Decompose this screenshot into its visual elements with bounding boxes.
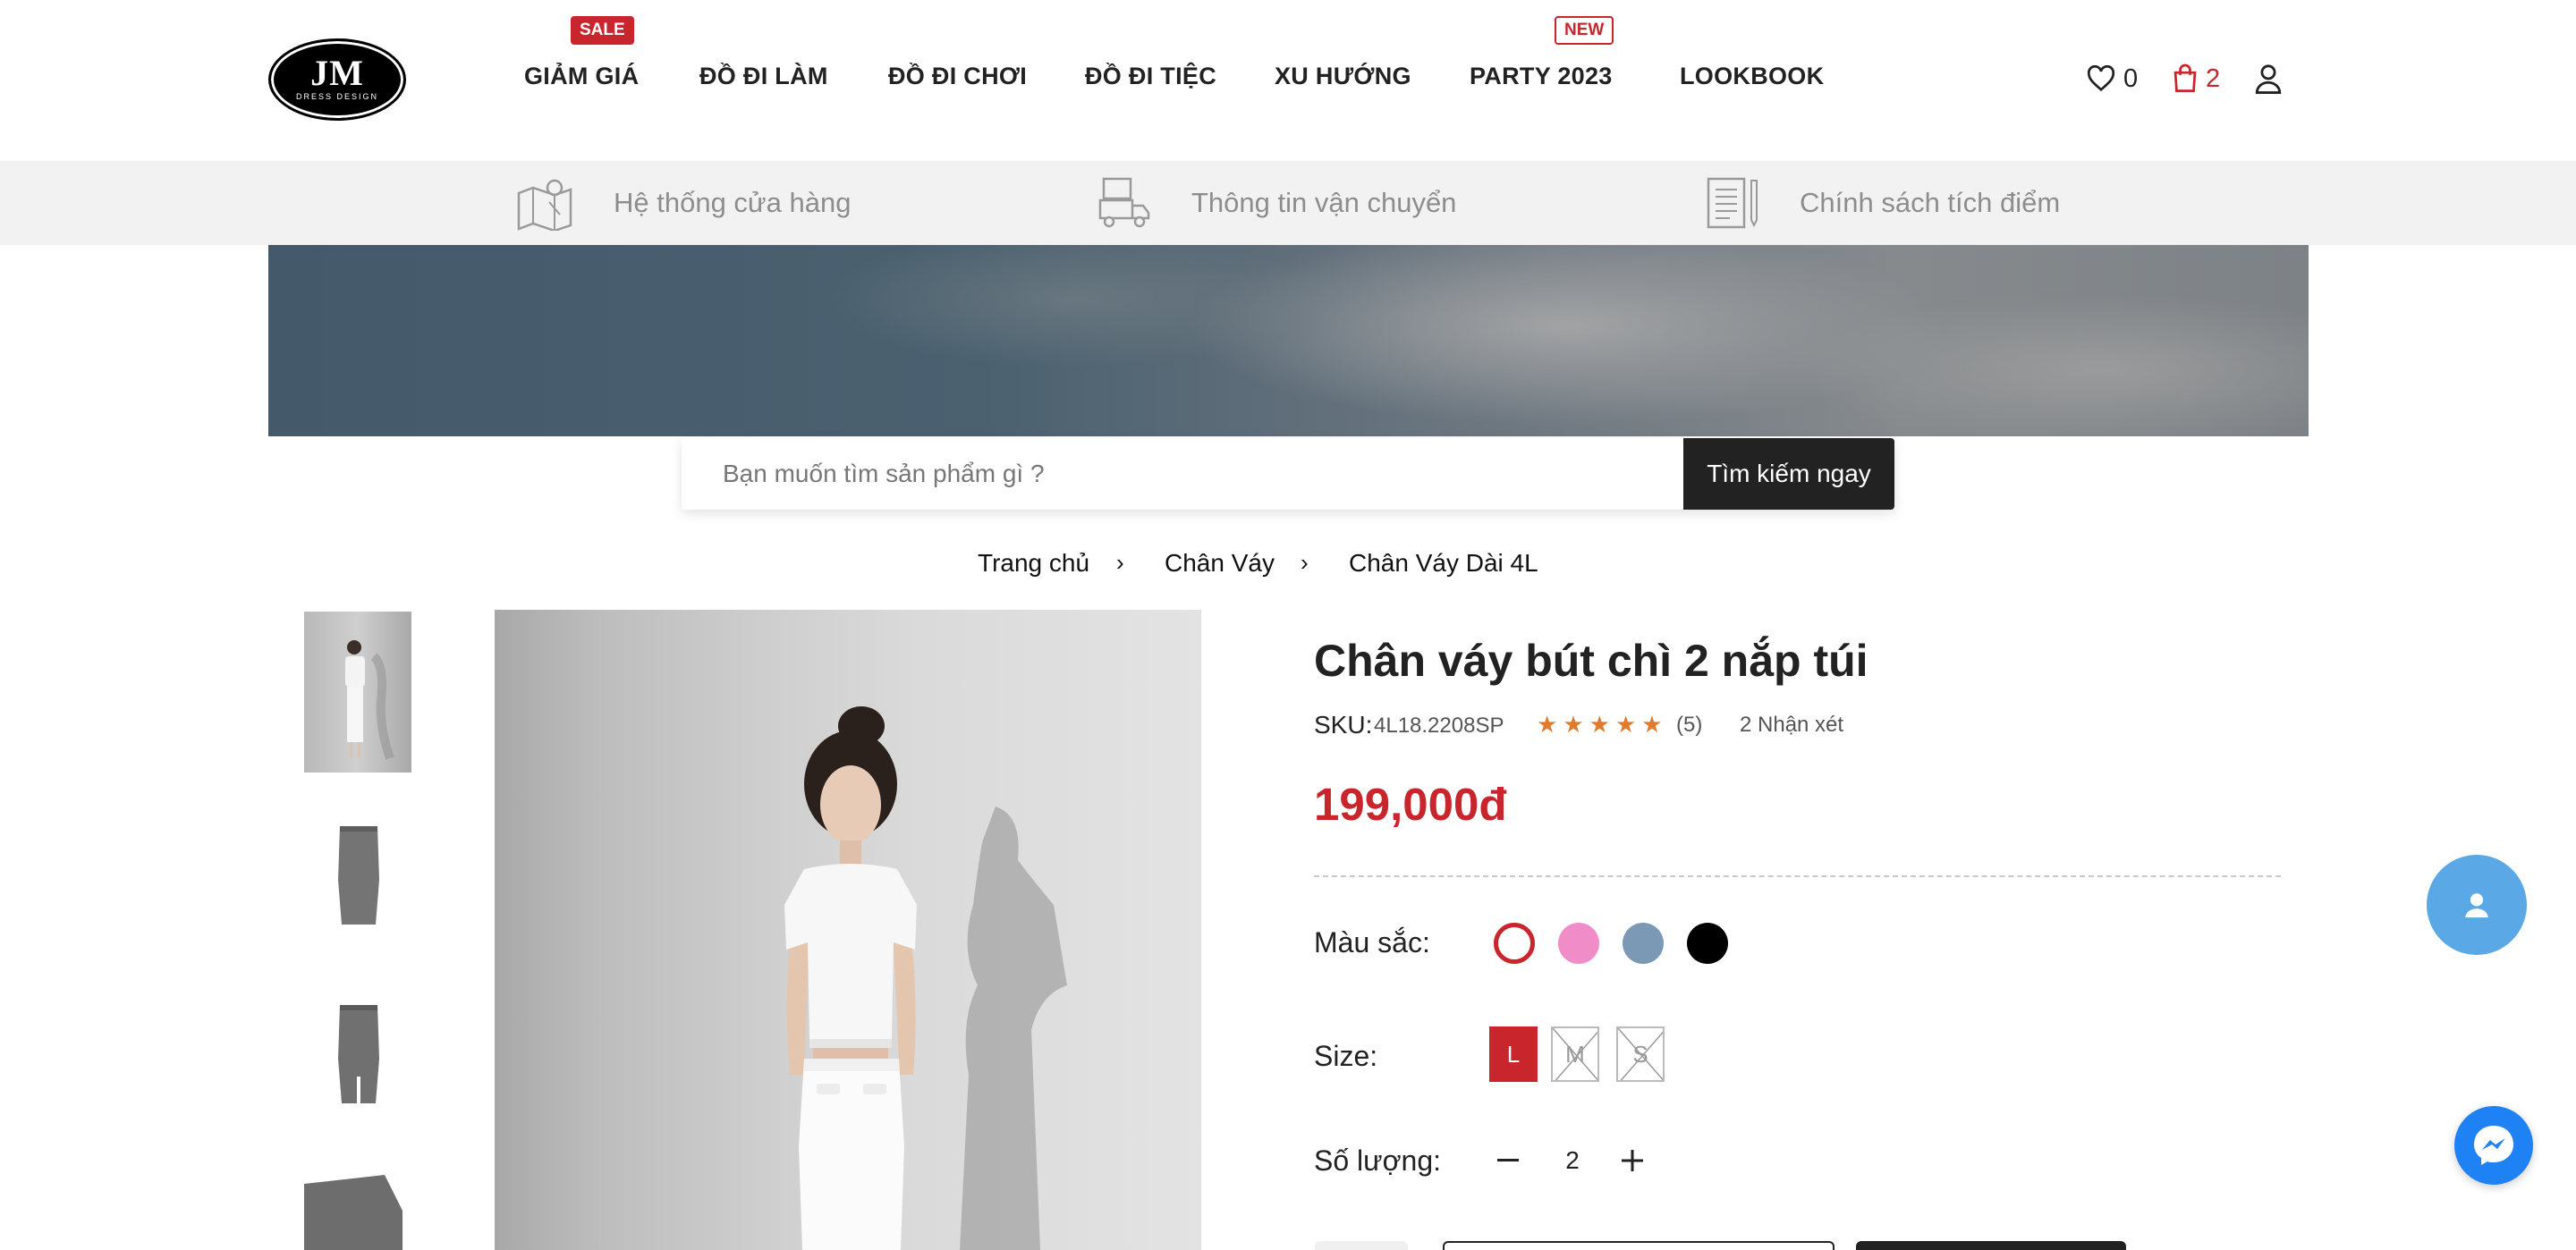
breadcrumb-category[interactable]: Chân Váy (1165, 549, 1275, 578)
plus-icon (1622, 1150, 1643, 1171)
user-icon (2255, 64, 2282, 94)
rating-stars[interactable]: ★ ★ ★ ★ ★ (1537, 711, 1663, 738)
hero-banner (268, 245, 2309, 436)
wishlist-button[interactable]: 0 (2086, 63, 2138, 95)
star-icon: ★ (1641, 711, 1663, 738)
divider (1314, 875, 2281, 877)
nav-item-giam-gia[interactable]: GIẢM GIÁ (524, 63, 639, 90)
search-bar: Tìm kiếm ngay (682, 438, 1894, 510)
buy-now-button[interactable] (1856, 1241, 2126, 1250)
size-label: Size: (1314, 1040, 1378, 1072)
product-thumbnail[interactable] (304, 790, 411, 951)
unavailable-cross-icon (1553, 1028, 1597, 1080)
nav-item-do-di-lam[interactable]: ĐỒ ĐI LÀM (699, 63, 828, 90)
star-icon: ★ (1563, 711, 1584, 738)
info-strip: Hệ thống cửa hàng Thông tin vận chuyển C… (0, 161, 2576, 245)
size-option-label: L (1506, 1040, 1521, 1068)
breadcrumb-home[interactable]: Trang chủ (978, 549, 1089, 578)
quantity-label: Số lượng: (1314, 1144, 1442, 1177)
loyalty-policy-label: Chính sách tích điểm (1800, 187, 2061, 218)
messenger-button[interactable] (2454, 1106, 2533, 1185)
chevron-right-icon: › (1301, 549, 1309, 576)
quantity-value[interactable]: 2 (1555, 1146, 1590, 1175)
color-label: Màu sắc: (1314, 926, 1430, 959)
product-title: Chân váy bút chì 2 nắp túi (1314, 636, 1868, 686)
color-swatch-black[interactable] (1687, 923, 1728, 964)
model-photo-thumb (345, 640, 394, 760)
add-to-cart-button[interactable] (1443, 1241, 1835, 1250)
site-header: JM DRESS DESIGN SALE NEW GIẢM GIÁ ĐỒ ĐI … (0, 0, 2576, 161)
product-thumbnail[interactable] (304, 969, 411, 1130)
sku-value: 4L18.2208SP (1374, 714, 1504, 738)
loyalty-policy-link[interactable]: Chính sách tích điểm (1705, 175, 2060, 231)
logo-mark: JM (310, 53, 364, 93)
color-swatch-blue[interactable] (1623, 923, 1664, 964)
quantity-increase-button[interactable] (1614, 1143, 1650, 1178)
color-swatch-white[interactable] (1494, 923, 1535, 964)
chat-support-button[interactable] (2427, 855, 2527, 955)
reviews-link[interactable]: 2 Nhận xét (1740, 713, 1843, 738)
rating-count: (5) (1676, 713, 1703, 737)
skirt-back-thumb (338, 1005, 379, 1103)
product-thumbnail[interactable] (304, 612, 411, 773)
shipping-info-label: Thông tin vận chuyển (1191, 187, 1457, 218)
skirt-detail-thumb (304, 1175, 402, 1250)
model-photo (784, 706, 1067, 1250)
nav-item-do-di-choi[interactable]: ĐỒ ĐI CHƠI (888, 63, 1027, 90)
brand-logo[interactable]: JM DRESS DESIGN (268, 38, 406, 121)
map-icon (517, 179, 572, 231)
document-pen-icon (1707, 177, 1758, 229)
chevron-right-icon: › (1116, 549, 1124, 576)
messenger-icon (2474, 1126, 2513, 1165)
unavailable-cross-icon (1618, 1028, 1663, 1080)
account-button[interactable] (2254, 63, 2283, 95)
skirt-front-thumb (338, 826, 379, 925)
logo-subtitle: DRESS DESIGN (295, 92, 378, 101)
product-main-image[interactable] (495, 610, 1201, 1250)
size-guide-button[interactable] (1315, 1241, 1408, 1250)
color-swatch-pink[interactable] (1558, 923, 1599, 964)
search-button[interactable]: Tìm kiếm ngay (1683, 438, 1894, 510)
star-icon: ★ (1614, 711, 1637, 738)
heart-icon (2087, 65, 2115, 92)
nav-item-party-2023[interactable]: PARTY 2023 (1470, 63, 1613, 90)
minus-icon (1497, 1159, 1519, 1161)
nav-item-xu-huong[interactable]: XU HƯỚNG (1275, 63, 1411, 90)
store-system-link[interactable]: Hệ thống cửa hàng (515, 175, 852, 231)
size-option-s[interactable]: S (1616, 1026, 1665, 1082)
nav-item-lookbook[interactable]: LOOKBOOK (1680, 63, 1824, 90)
shopping-bag-icon (2174, 63, 2197, 92)
quantity-decrease-button[interactable] (1490, 1143, 1526, 1178)
shipping-info-link[interactable]: Thông tin vận chuyển (1097, 175, 1456, 231)
size-option-l[interactable]: L (1489, 1026, 1538, 1082)
cart-count: 2 (2206, 63, 2221, 93)
sale-badge: SALE (571, 16, 634, 45)
store-system-label: Hệ thống cửa hàng (614, 187, 852, 218)
search-input[interactable] (682, 438, 1683, 510)
user-icon (2465, 893, 2488, 918)
wishlist-count: 0 (2123, 63, 2139, 93)
delivery-truck-icon (1098, 177, 1150, 228)
product-price: 199,000đ (1314, 779, 1507, 830)
nav-item-do-di-tiec[interactable]: ĐỒ ĐI TIỆC (1085, 63, 1216, 90)
new-badge: NEW (1555, 16, 1614, 45)
product-thumbnail[interactable] (304, 1148, 411, 1250)
sku-label: SKU: (1314, 711, 1373, 739)
star-icon: ★ (1537, 711, 1558, 738)
breadcrumb-current[interactable]: Chân Váy Dài 4L (1349, 549, 1538, 578)
cart-button[interactable]: 2 (2172, 63, 2220, 95)
size-option-m[interactable]: M (1551, 1026, 1599, 1082)
star-icon: ★ (1589, 711, 1610, 738)
